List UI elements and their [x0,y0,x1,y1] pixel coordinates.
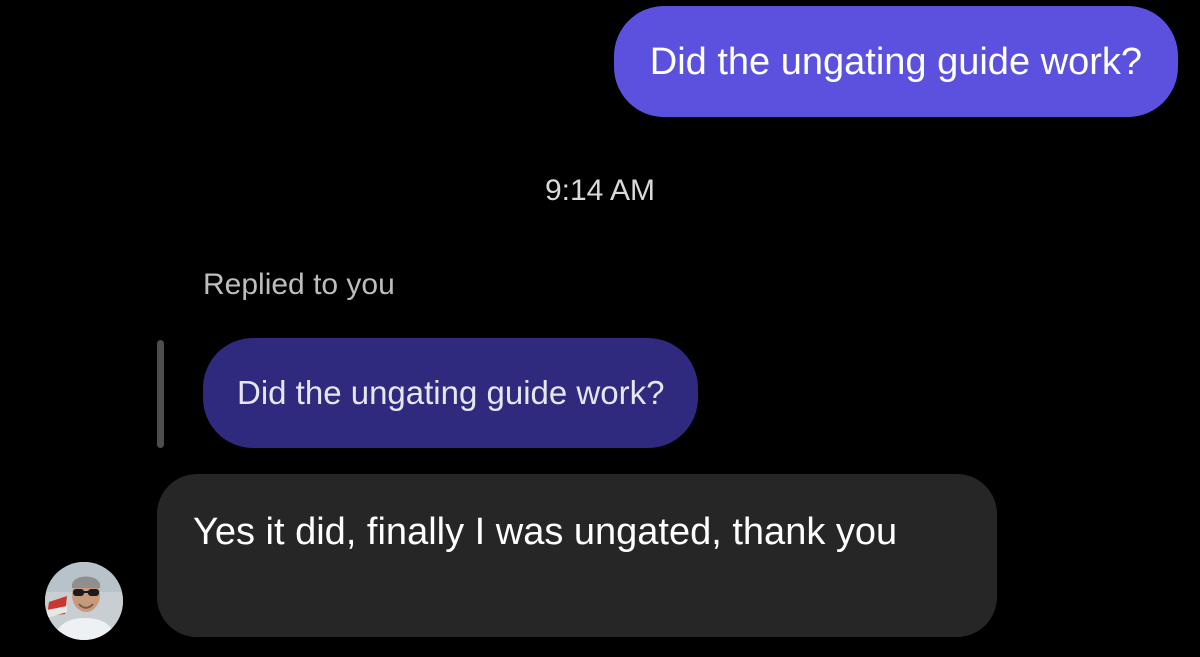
quoted-message-bubble[interactable]: Did the ungating guide work? [203,338,699,448]
message-timestamp: 9:14 AM [544,174,656,207]
outgoing-message-bubble[interactable]: Did the ungating guide work? [613,6,1178,117]
message-thread: Did the ungating guide work? 9:14 AM Rep… [0,0,1200,657]
reply-indicator-bar [157,340,164,448]
person-avatar-icon [45,562,123,640]
sender-avatar-icon[interactable] [45,562,123,640]
reply-context-label: Replied to you [203,268,395,301]
incoming-message-bubble[interactable]: Yes it did, finally I was ungated, thank… [157,474,997,637]
